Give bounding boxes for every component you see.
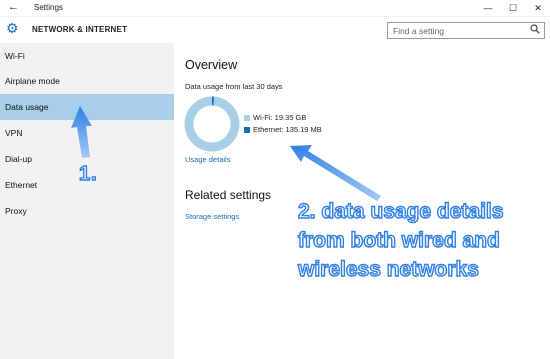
annotation-arrow-2 <box>290 145 381 201</box>
annotation-line-2: from both wired and <box>297 228 500 252</box>
annotation-label-1: 1. <box>78 162 98 185</box>
annotation-label-2: 2. data usage details from both wired an… <box>297 197 548 284</box>
annotation-line-1: 2. data usage details <box>297 199 504 223</box>
annotation-line-3: wireless networks <box>297 257 479 281</box>
annotation-arrow-1 <box>71 106 92 158</box>
